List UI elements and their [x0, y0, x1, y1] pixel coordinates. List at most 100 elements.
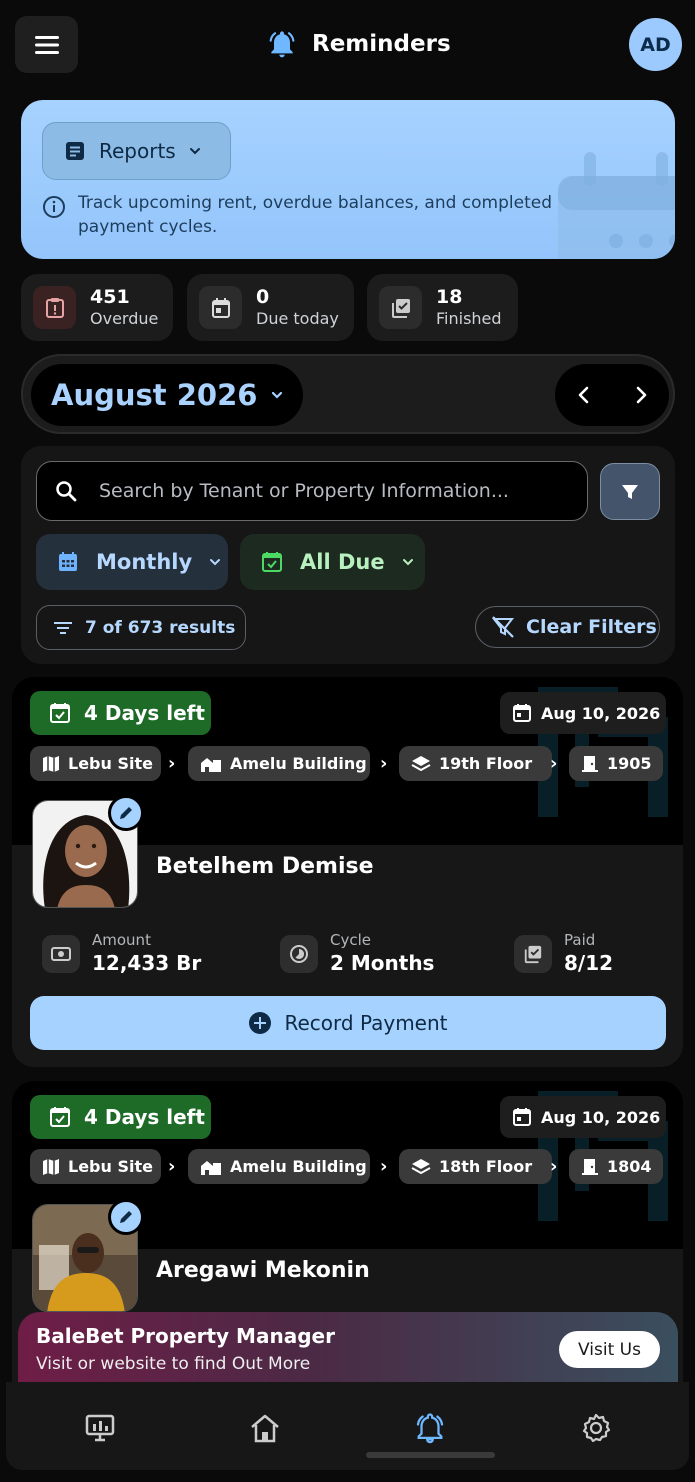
clear-filters-button[interactable]: Clear Filters: [475, 606, 660, 648]
amount-label: Amount: [92, 931, 151, 949]
nav-home[interactable]: [245, 1408, 285, 1448]
edit-photo-button[interactable]: [108, 1199, 144, 1235]
buildings-icon: [201, 1160, 221, 1175]
crumb-unit-label: 1804: [607, 1157, 652, 1176]
chevron-down-icon: [402, 559, 413, 566]
amount-value: 12,433 Br: [92, 951, 202, 975]
period-dropdown[interactable]: Monthly: [36, 534, 228, 590]
metric-amount: Amount 12,433 Br: [42, 931, 201, 977]
chevron-down-icon: [210, 559, 221, 566]
record-payment-button[interactable]: Record Payment: [30, 996, 666, 1050]
calendar-icon: [513, 704, 531, 722]
crumb-separator: ›: [380, 1156, 388, 1177]
pencil-icon: [120, 807, 132, 819]
search-input[interactable]: Search by Tenant or Property Information…: [36, 461, 588, 521]
search-icon: [56, 481, 77, 502]
month-nav: [555, 364, 669, 426]
record-payment-label: Record Payment: [284, 1011, 448, 1035]
crumb-floor[interactable]: 19th Floor: [399, 746, 552, 781]
crumb-separator: ›: [168, 1156, 176, 1177]
chevron-down-icon: [272, 391, 283, 399]
crumb-building[interactable]: Amelu Building: [188, 1149, 370, 1184]
home-indicator: [366, 1452, 495, 1458]
finished-label: Finished: [436, 308, 502, 328]
banner-info-text: Track upcoming rent, overdue balances, a…: [78, 193, 552, 237]
crumb-floor[interactable]: 18th Floor: [399, 1149, 552, 1184]
tenant-name[interactable]: Aregawi Mekonin: [156, 1258, 370, 1283]
month-dropdown[interactable]: August 2026: [31, 364, 303, 426]
menu-button[interactable]: [15, 16, 78, 73]
filter-button[interactable]: [600, 463, 660, 520]
metric-paid: Paid 8/12: [514, 931, 613, 977]
overdue-icon: [33, 286, 76, 329]
crumb-separator: ›: [168, 753, 176, 774]
map-icon: [43, 755, 59, 772]
filter-list-icon: [54, 621, 72, 634]
layers-icon: [411, 755, 431, 771]
gear-icon: [582, 1413, 611, 1443]
nav-dashboard[interactable]: [80, 1408, 120, 1448]
bell-alert-icon: [269, 31, 295, 58]
visit-us-button[interactable]: Visit Us: [559, 1331, 660, 1368]
pencil-icon: [120, 1211, 132, 1223]
chevron-down-icon: [189, 148, 200, 155]
stat-overdue[interactable]: 451 Overdue: [21, 274, 173, 341]
due-badge: 4 Days left: [30, 691, 211, 735]
avatar[interactable]: AD: [629, 18, 682, 71]
due-badge-text: 4 Days left: [84, 1105, 205, 1129]
page-title-text: Reminders: [312, 31, 451, 57]
home-icon: [251, 1414, 279, 1443]
crumb-site[interactable]: Lebu Site: [30, 1149, 161, 1184]
crumb-unit[interactable]: 1804: [569, 1149, 663, 1184]
buildings-icon: [201, 757, 221, 772]
banner-info: Track upcoming rent, overdue balances, a…: [42, 191, 602, 239]
nav-reminders[interactable]: [410, 1408, 450, 1448]
calendar-check-icon: [262, 552, 282, 572]
reports-label: Reports: [99, 139, 176, 163]
due-date: Aug 10, 2026: [500, 1096, 666, 1138]
crumb-separator: ›: [380, 753, 388, 774]
layers-icon: [411, 1158, 431, 1174]
crumb-floor-label: 18th Floor: [439, 1157, 533, 1176]
chevron-right-icon[interactable]: [631, 385, 651, 405]
clear-filters-label: Clear Filters: [526, 616, 657, 638]
nav-settings[interactable]: [576, 1408, 616, 1448]
paid-label: Paid: [564, 931, 596, 949]
edit-photo-button[interactable]: [108, 795, 144, 831]
period-label: Monthly: [96, 550, 193, 574]
bottom-navigation: [6, 1382, 689, 1470]
chevron-left-icon[interactable]: [574, 385, 594, 405]
tenant-name[interactable]: Betelhem Demise: [156, 854, 374, 879]
calendar-icon: [59, 552, 77, 571]
promo-title: BaleBet Property Manager: [36, 1324, 335, 1348]
status-label: All Due: [300, 550, 385, 574]
due-badge-text: 4 Days left: [84, 701, 205, 725]
results-label: 7 of 673 results: [85, 617, 236, 638]
month-label: August 2026: [51, 378, 258, 412]
crumb-unit[interactable]: 1905: [569, 746, 663, 781]
reports-dropdown[interactable]: Reports: [42, 122, 231, 180]
calendar-check-icon: [50, 1107, 70, 1127]
presentation-chart-icon: [85, 1414, 115, 1442]
crumb-floor-label: 19th Floor: [439, 754, 533, 773]
promo-banner: BaleBet Property Manager Visit or websit…: [18, 1312, 678, 1390]
finished-count: 18: [436, 285, 463, 308]
crumb-building[interactable]: Amelu Building: [188, 746, 370, 781]
metric-cycle: Cycle 2 Months: [280, 931, 434, 977]
page-title: Reminders: [266, 26, 451, 62]
crumb-building-label: Amelu Building: [230, 1157, 367, 1176]
overdue-count: 451: [90, 285, 130, 308]
stat-due-today[interactable]: 0 Due today: [187, 274, 354, 341]
report-icon: [66, 142, 84, 160]
bell-alert-icon: [416, 1413, 444, 1444]
due-badge: 4 Days left: [30, 1095, 211, 1139]
due-date-text: Aug 10, 2026: [541, 703, 661, 723]
crumb-site[interactable]: Lebu Site: [30, 746, 161, 781]
plus-circle-icon: [249, 1012, 272, 1034]
hamburger-icon: [34, 35, 59, 54]
stat-finished[interactable]: 18 Finished: [367, 274, 518, 341]
crumb-site-label: Lebu Site: [68, 754, 153, 773]
promo-subtitle: Visit or website to find Out More: [36, 1354, 311, 1374]
funnel-icon: [622, 484, 638, 499]
status-dropdown[interactable]: All Due: [240, 534, 425, 590]
